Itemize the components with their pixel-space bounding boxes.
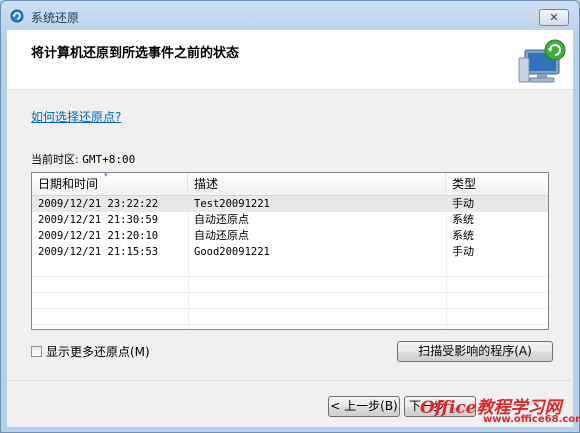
cell-datetime: 2009/12/21 21:30:59	[38, 214, 159, 226]
column-header-type[interactable]: 类型	[446, 173, 548, 195]
title-bar: 系统还原 ✕	[1, 1, 579, 31]
cell-description: Test20091221	[194, 198, 270, 210]
sort-arrow-icon: ▾	[104, 172, 108, 179]
column-header-description[interactable]: 描述	[188, 173, 446, 195]
cell-type: 手动	[452, 197, 474, 210]
close-icon[interactable]: ✕	[549, 11, 558, 24]
empty-row	[32, 292, 548, 309]
help-choose-restore-point-link[interactable]: 如何选择还原点?	[31, 108, 121, 125]
restore-points-list[interactable]: ▾ 日期和时间 描述 类型 2009/12/21 23:22:22 Test20…	[31, 172, 549, 330]
cell-datetime: 2009/12/21 23:22:22	[38, 198, 159, 210]
table-row[interactable]: 2009/12/21 21:15:53 Good20091221 手动	[32, 244, 548, 260]
system-restore-window: 系统还原 ✕ 将计算机还原到所选事件之前的状态 如何选择还原点? 当前时区: G…	[0, 0, 580, 433]
site-watermark: Office教程学习网 www.office68.com	[420, 393, 580, 433]
back-button[interactable]: < 上一步(B)	[328, 396, 400, 417]
restore-computer-icon	[518, 39, 566, 83]
column-label-datetime: 日期和时间	[38, 177, 99, 191]
empty-row	[32, 276, 548, 293]
window-title: 系统还原	[31, 11, 80, 25]
column-label-type: 类型	[452, 177, 477, 191]
close-button[interactable]: ✕	[539, 9, 569, 26]
empty-row	[32, 308, 548, 325]
current-timezone: 当前时区: GMT+8:00	[31, 151, 135, 167]
system-restore-icon	[10, 9, 24, 23]
wizard-header: 将计算机还原到所选事件之前的状态	[7, 30, 573, 90]
cell-description: 自动还原点	[194, 229, 249, 242]
watermark-url: www.office68.com	[483, 414, 580, 425]
empty-row	[32, 260, 548, 277]
scan-affected-programs-button[interactable]: 扫描受影响的程序(A)	[397, 341, 553, 362]
cell-type: 手动	[452, 245, 474, 258]
page-title: 将计算机还原到所选事件之前的状态	[31, 46, 240, 61]
table-row[interactable]: 2009/12/21 23:22:22 Test20091221 手动	[32, 196, 548, 212]
cell-datetime: 2009/12/21 21:20:10	[38, 230, 159, 242]
cell-type: 系统	[452, 229, 474, 242]
column-header-datetime[interactable]: ▾ 日期和时间	[32, 173, 188, 195]
timezone-label: 当前时区:	[31, 153, 79, 166]
timezone-value: GMT+8:00	[82, 153, 136, 166]
cell-type: 系统	[452, 213, 474, 226]
show-more-checkbox[interactable]	[31, 346, 42, 357]
column-label-description: 描述	[194, 177, 219, 191]
wizard-content: 如何选择还原点? 当前时区: GMT+8:00 ▾ 日期和时间 描述 类型 20…	[7, 90, 573, 380]
cell-description: 自动还原点	[194, 213, 249, 226]
table-row[interactable]: 2009/12/21 21:20:10 自动还原点 系统	[32, 228, 548, 244]
list-header: ▾ 日期和时间 描述 类型	[32, 173, 548, 196]
table-row[interactable]: 2009/12/21 21:30:59 自动还原点 系统	[32, 212, 548, 228]
cell-description: Good20091221	[194, 246, 270, 258]
show-more-checkbox-label[interactable]: 显示更多还原点(M)	[46, 343, 150, 360]
cell-datetime: 2009/12/21 21:15:53	[38, 246, 159, 258]
show-more-restore-points[interactable]: 显示更多还原点(M)	[31, 343, 150, 360]
